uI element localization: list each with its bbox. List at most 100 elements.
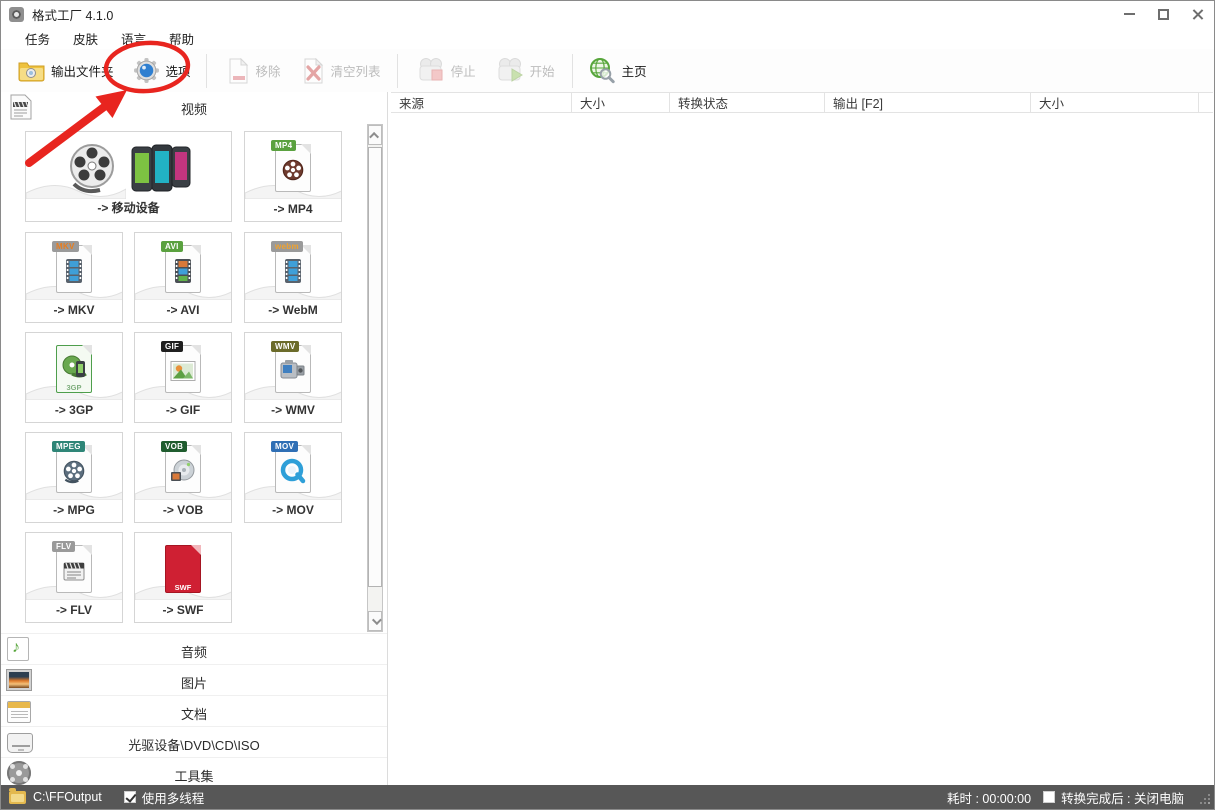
- resize-grip[interactable]: [1198, 794, 1210, 806]
- column-header-size[interactable]: 大小: [572, 93, 670, 112]
- toolbar: 输出文件夹 选项 移: [1, 49, 1214, 92]
- remove-button[interactable]: 移除: [222, 52, 286, 90]
- gear-icon: [133, 57, 160, 84]
- 3gp-file-icon: 3GP: [52, 341, 96, 395]
- menu-item-language[interactable]: 语言: [116, 28, 151, 49]
- start-button[interactable]: 开始: [490, 52, 560, 90]
- page-x-icon: [302, 58, 325, 84]
- stop-label: 停止: [451, 61, 476, 80]
- main-area: 视频: [1, 92, 1214, 785]
- remove-label: 移除: [256, 61, 281, 80]
- maximize-button[interactable]: [1146, 1, 1180, 27]
- format-card-mkv[interactable]: MKV -> MKV: [25, 232, 123, 323]
- window-controls: [1112, 1, 1214, 27]
- format-card-avi[interactable]: AVI -> AVI: [134, 232, 232, 323]
- format-card-gif[interactable]: GIF -> GIF: [134, 332, 232, 423]
- category-row-toolset[interactable]: 工具集: [1, 757, 387, 788]
- shutdown-checkbox[interactable]: [1043, 791, 1055, 803]
- avi-file-icon: AVI: [161, 241, 205, 295]
- category-document-label: 文档: [1, 704, 387, 723]
- vob-file-icon: VOB: [161, 441, 205, 495]
- format-card-3gp[interactable]: 3GP -> 3GP: [25, 332, 123, 423]
- shutdown-label: 转换完成后 : 关闭电脑: [1061, 788, 1184, 807]
- menu-item-task[interactable]: 任务: [20, 28, 55, 49]
- elapsed-time: 耗时 : 00:00:00: [947, 788, 1031, 807]
- format-card-mp4[interactable]: MP4 -> MP4: [244, 131, 342, 222]
- format-card-mpg[interactable]: MPEG -> MPG: [25, 432, 123, 523]
- category-row-disc[interactable]: 光驱设备\DVD\CD\ISO: [1, 726, 387, 757]
- column-header-output-size[interactable]: 大小: [1031, 93, 1199, 112]
- menu-item-help[interactable]: 帮助: [164, 28, 199, 49]
- minimize-icon: [1124, 13, 1135, 15]
- format-card-mov[interactable]: MOV -> MOV: [244, 432, 342, 523]
- app-icon: [9, 7, 24, 22]
- start-label: 开始: [530, 61, 555, 80]
- category-picture-label: 图片: [1, 673, 387, 692]
- close-button[interactable]: [1180, 1, 1214, 27]
- mpg-file-icon: MPEG: [52, 441, 96, 495]
- title-bar: 格式工厂 4.1.0: [1, 1, 1214, 27]
- options-button[interactable]: 选项: [128, 52, 196, 90]
- flv-file-icon: FLV: [52, 541, 96, 595]
- video-format-grid: -> 移动设备 MP4: [1, 123, 387, 633]
- mkv-file-icon: MKV: [52, 241, 96, 295]
- output-path[interactable]: C:\FFOutput: [33, 790, 102, 804]
- toolbar-separator: [206, 54, 207, 88]
- card-label: -> FLV: [26, 603, 122, 617]
- mov-quicktime-icon: MOV: [271, 441, 315, 495]
- column-header-output[interactable]: 输出 [F2]: [825, 93, 1031, 112]
- category-header-video[interactable]: 视频: [1, 92, 387, 123]
- film-reel-and-phones-icon: [66, 142, 192, 196]
- minimize-button[interactable]: [1112, 1, 1146, 27]
- home-button[interactable]: 主页: [583, 52, 652, 90]
- format-card-flv[interactable]: FLV -> FLV: [25, 532, 123, 623]
- page-minus-icon: [227, 58, 250, 84]
- format-card-swf[interactable]: SWF -> SWF: [134, 532, 232, 623]
- clear-list-label: 清空列表: [331, 61, 381, 80]
- stop-button[interactable]: 停止: [411, 52, 481, 90]
- card-label: -> MOV: [245, 503, 341, 517]
- scroll-down-button[interactable]: [368, 611, 382, 631]
- output-folder-label: 输出文件夹: [51, 61, 114, 80]
- folder-icon: [18, 59, 45, 82]
- card-label: -> MPG: [26, 503, 122, 517]
- format-card-webm[interactable]: webm -> WebM: [244, 232, 342, 323]
- category-row-document[interactable]: 文档: [1, 695, 387, 726]
- toolbar-separator: [397, 54, 398, 88]
- card-label: -> 3GP: [26, 403, 122, 417]
- category-row-audio[interactable]: 音频: [1, 633, 387, 664]
- card-label: -> WMV: [245, 403, 341, 417]
- home-label: 主页: [622, 61, 647, 80]
- column-header-source[interactable]: 来源: [391, 93, 572, 112]
- card-label: -> MKV: [26, 303, 122, 317]
- close-icon: [1191, 8, 1204, 21]
- file-list-body[interactable]: [389, 113, 1214, 785]
- card-label: -> MP4: [245, 202, 341, 216]
- column-header-spacer: [1199, 93, 1213, 112]
- format-card-mobile-device[interactable]: -> 移动设备: [25, 131, 232, 222]
- format-grid-scrollbar[interactable]: [367, 124, 383, 632]
- output-folder-button[interactable]: 输出文件夹: [13, 52, 119, 90]
- scrollbar-thumb[interactable]: [368, 147, 382, 587]
- card-label: -> GIF: [135, 403, 231, 417]
- multithread-label: 使用多线程: [142, 788, 205, 807]
- options-label: 选项: [166, 61, 191, 80]
- gif-file-icon: GIF: [161, 341, 205, 395]
- card-label: -> WebM: [245, 303, 341, 317]
- globe-magnifier-icon: [588, 57, 616, 85]
- swf-flash-icon: SWF: [161, 541, 205, 595]
- multithread-checkbox[interactable]: [124, 791, 136, 803]
- category-row-picture[interactable]: 图片: [1, 664, 387, 695]
- clear-list-button[interactable]: 清空列表: [297, 52, 386, 90]
- menu-bar: 任务 皮肤 语言 帮助: [1, 27, 1214, 49]
- menu-item-skin[interactable]: 皮肤: [68, 28, 103, 49]
- column-header-convert-state[interactable]: 转换状态: [670, 93, 825, 112]
- format-sidebar: 视频: [1, 92, 388, 785]
- scroll-up-button[interactable]: [368, 125, 382, 145]
- format-card-vob[interactable]: VOB -> VOB: [134, 432, 232, 523]
- format-card-wmv[interactable]: WMV -> WMV: [244, 332, 342, 423]
- category-toolset-label: 工具集: [1, 766, 387, 785]
- mp4-file-icon: MP4: [271, 140, 315, 194]
- status-bar: C:\FFOutput 使用多线程 耗时 : 00:00:00 转换完成后 : …: [1, 785, 1214, 809]
- file-list-panel: 来源 大小 转换状态 输出 [F2] 大小: [389, 92, 1214, 785]
